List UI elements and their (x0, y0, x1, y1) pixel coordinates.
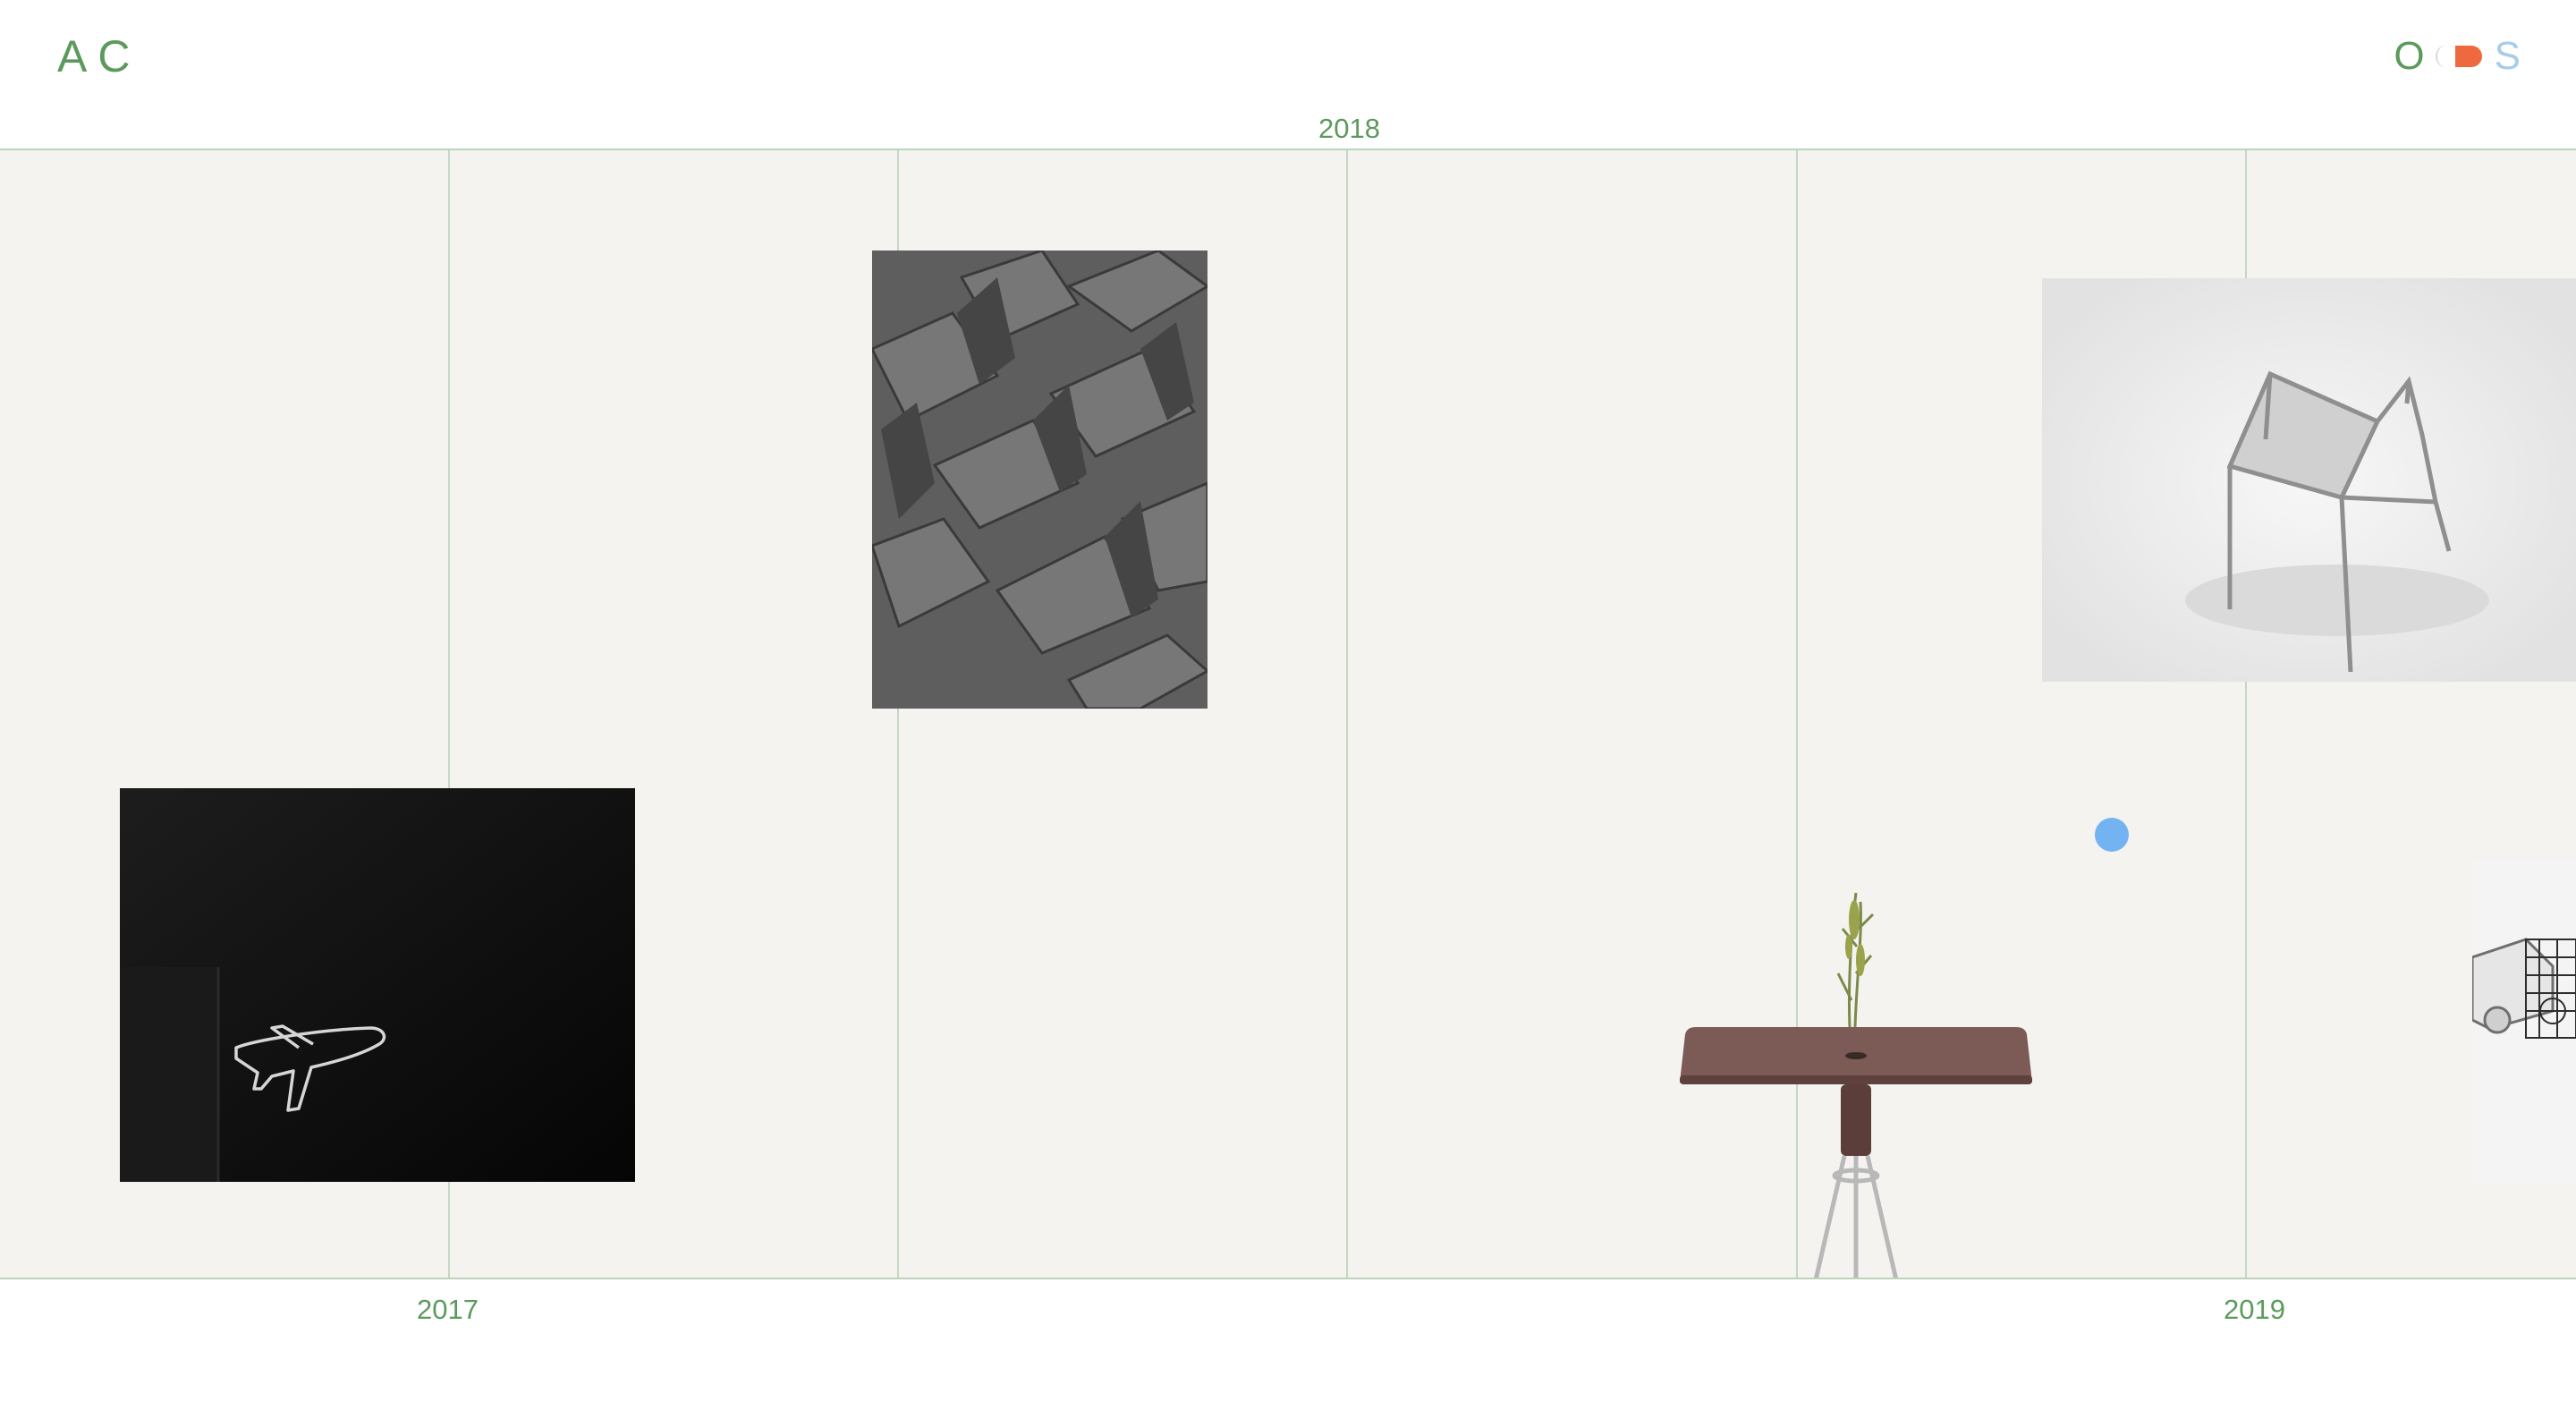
auditorium-seats-image[interactable] (872, 251, 1208, 709)
timeline-panel (0, 149, 2576, 1279)
side-table-with-vase-image[interactable] (1673, 821, 2039, 1278)
auditorium-seats-graphic (872, 251, 1208, 709)
site-logo[interactable]: AC (57, 30, 140, 82)
toggle-left-label: O (2394, 34, 2425, 78)
toggle-switch[interactable] (2435, 45, 2484, 68)
toggle-thumb (2454, 46, 2482, 67)
wire-chair-graphic (2042, 278, 2576, 682)
wire-chair-image[interactable] (2042, 278, 2576, 682)
airplane-neon-graphic (120, 788, 635, 1182)
year-label-2019: 2019 (2224, 1294, 2285, 1325)
view-toggle[interactable]: O S (2394, 34, 2521, 79)
year-label-2018: 2018 (1318, 113, 1380, 144)
vehicle-render-image[interactable] (2472, 859, 2576, 1183)
vehicle-render-graphic (2472, 859, 2576, 1183)
toggle-right-label: S (2494, 34, 2521, 78)
airplane-neon-sign-image[interactable] (120, 788, 635, 1182)
grid-line (1346, 150, 1348, 1278)
year-label-2017: 2017 (417, 1294, 479, 1325)
cursor-indicator (2095, 818, 2129, 852)
side-table-graphic (1680, 892, 2032, 1278)
